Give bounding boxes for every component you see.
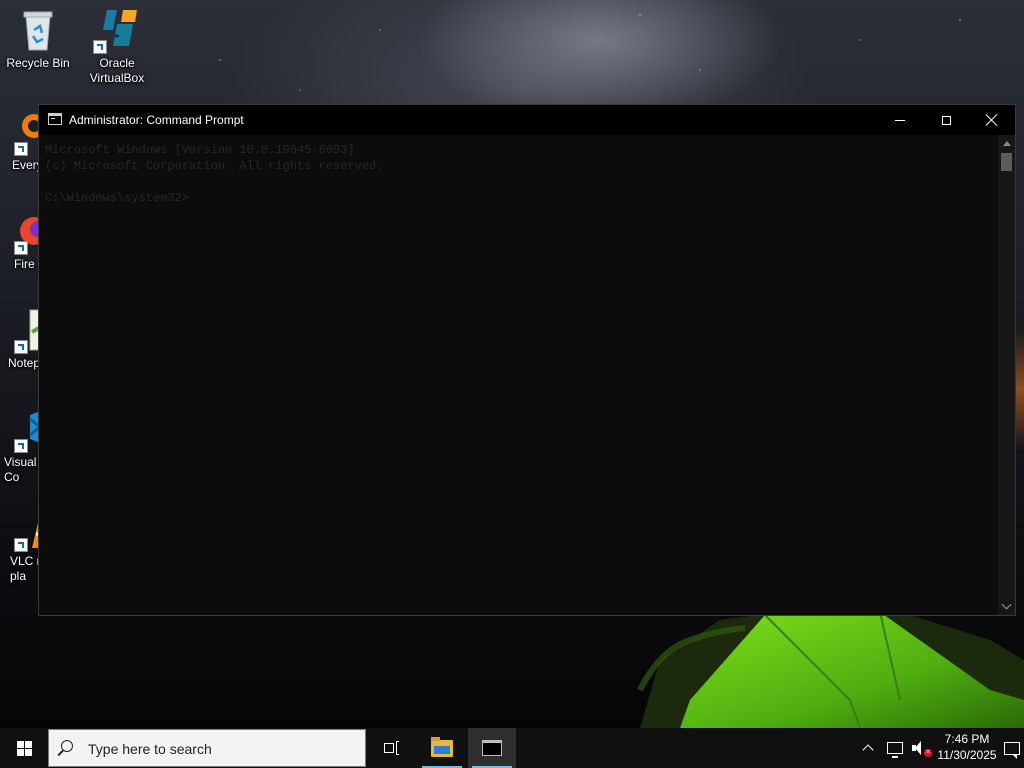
volume-muted-icon: × [912, 741, 932, 757]
vertical-scrollbar[interactable] [998, 135, 1015, 615]
shortcut-arrow-icon [14, 538, 28, 552]
chevron-up-icon [862, 744, 874, 756]
console-output[interactable]: Microsoft Windows [Version 10.0.19045.60… [39, 135, 998, 615]
taskbar-command-prompt[interactable] [468, 728, 516, 768]
close-button[interactable] [969, 105, 1015, 135]
taskbar-search-box[interactable]: Type here to search [48, 729, 366, 767]
command-prompt-window[interactable]: Administrator: Command Prompt Microsoft … [38, 104, 1016, 616]
desktop-icon-oracle-virtualbox[interactable]: Oracle VirtualBox [79, 6, 155, 86]
desktop-icon-label: Oracle VirtualBox [89, 56, 145, 85]
console-line: Microsoft Windows [Version 10.0.19045.60… [45, 143, 355, 157]
console-line: (c) Microsoft Corporation. All rights re… [45, 159, 384, 173]
scrollbar-thumb[interactable] [1001, 153, 1012, 171]
minimize-icon [895, 119, 905, 121]
volume-button[interactable]: × [908, 728, 934, 768]
shortcut-arrow-icon [14, 241, 28, 255]
show-hidden-icons-button[interactable] [854, 728, 882, 768]
taskbar-file-explorer[interactable] [418, 728, 466, 768]
clock-time: 7:46 PM [944, 732, 990, 746]
cmd-icon [48, 113, 62, 125]
shortcut-arrow-icon [14, 439, 28, 453]
close-icon [986, 114, 998, 126]
search-placeholder: Type here to search [88, 741, 212, 757]
file-explorer-icon [431, 736, 453, 757]
maximize-button[interactable] [923, 105, 969, 135]
shortcut-arrow-icon [14, 340, 28, 354]
start-button[interactable] [0, 728, 48, 768]
task-view-button[interactable] [368, 728, 416, 768]
scroll-down-button[interactable] [998, 598, 1015, 615]
cmd-icon [482, 740, 502, 756]
clock[interactable]: 7:46 PM 11/30/2025 [934, 731, 1000, 763]
notification-icon [1004, 741, 1020, 759]
network-button[interactable] [882, 728, 908, 768]
minimize-button[interactable] [877, 105, 923, 135]
task-view-icon [384, 741, 400, 755]
console-line: C:\Windows\system32> [45, 191, 190, 205]
maximize-icon [941, 115, 951, 125]
clock-date: 11/30/2025 [937, 748, 997, 762]
desktop-icon-label: Recycle Bin [6, 56, 70, 70]
arrow-up-icon [1002, 141, 1011, 146]
chevron-down-icon [1001, 599, 1012, 610]
shortcut-arrow-icon [14, 142, 28, 156]
desktop-icon-recycle-bin[interactable]: Recycle Bin [0, 6, 76, 71]
notification-center-button[interactable] [1000, 728, 1024, 768]
window-title: Administrator: Command Prompt [69, 113, 244, 127]
recycle-bin-icon [14, 6, 62, 54]
network-icon [887, 742, 903, 758]
window-titlebar[interactable]: Administrator: Command Prompt [39, 105, 1015, 135]
taskbar: Type here to search × 7:46 PM 11/30/2025 [0, 728, 1024, 768]
search-icon [61, 740, 73, 752]
scroll-up-button[interactable] [998, 135, 1015, 152]
windows-logo-icon [16, 740, 32, 756]
virtualbox-icon [93, 6, 141, 54]
system-tray: × 7:46 PM 11/30/2025 [824, 728, 1024, 768]
shortcut-arrow-icon [93, 40, 107, 54]
